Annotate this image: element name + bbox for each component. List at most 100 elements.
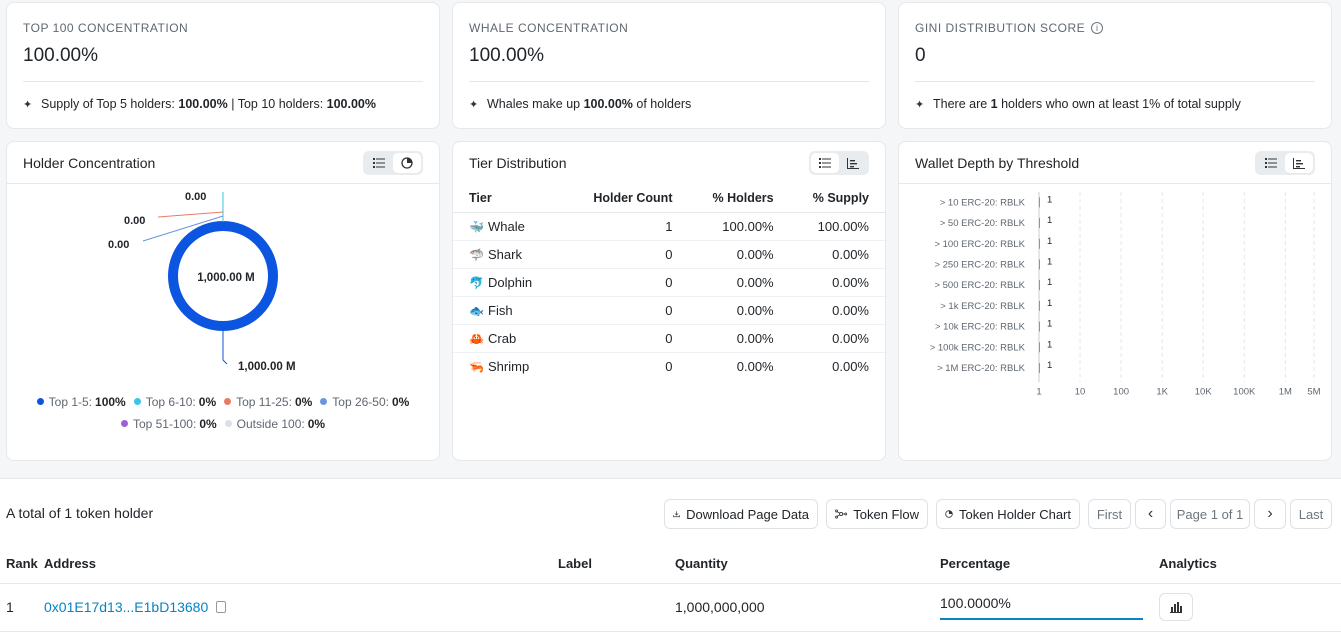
stat-label-text: GINI DISTRIBUTION SCORE xyxy=(915,21,1086,35)
info-icon[interactable]: i xyxy=(1091,22,1104,34)
depth-bar[interactable] xyxy=(1039,321,1040,332)
token-flow-button[interactable]: Token Flow xyxy=(826,499,928,529)
stat-note: ✦ Whales make up 100.00% of holders xyxy=(469,97,691,111)
depth-bar[interactable] xyxy=(1039,259,1040,270)
analytics-cell xyxy=(1159,583,1341,632)
depth-bar[interactable] xyxy=(1039,300,1040,311)
holder-concentration-card: Holder Concentration 0.00 0.00 0.00 1,00… xyxy=(6,141,440,461)
list-view-icon[interactable] xyxy=(1257,153,1285,173)
copy-icon[interactable] xyxy=(216,601,227,613)
bar-chart-icon[interactable] xyxy=(1285,153,1313,173)
tier-name: Whale xyxy=(488,218,525,234)
tier-cell: 🦀 Crab xyxy=(453,324,566,353)
depth-bar[interactable] xyxy=(1039,238,1040,249)
last-page-button[interactable]: Last xyxy=(1290,499,1332,529)
legend-item[interactable]: Outside 100: 0% xyxy=(224,417,325,431)
legend-value: 0% xyxy=(294,395,313,409)
x-tick-label: 100K xyxy=(1233,386,1256,397)
holders-percent-cell: 0.00% xyxy=(736,358,774,374)
first-page-button[interactable]: First xyxy=(1088,499,1131,529)
tier-table-body: 🐳 Whale 1 100.00% 100.00% 🦈 Shark 0 0.00% 0.00% 🐬 D… xyxy=(453,212,885,380)
holder-count-cell: 0 xyxy=(565,268,689,297)
depth-bar[interactable] xyxy=(1039,362,1040,373)
token-holder-chart-button[interactable]: Token Holder Chart xyxy=(936,499,1080,529)
table-row: 🐳 Whale 1 100.00% 100.00% xyxy=(453,212,885,241)
fish-icon: 🐟 xyxy=(469,303,484,318)
callout-label: 1,000.00 M xyxy=(238,361,296,373)
legend-label: Top 1-5: xyxy=(48,395,93,409)
tier-distribution-card: Tier Distribution Tier Holder Count % Ho… xyxy=(452,141,886,461)
x-tick-label: 10K xyxy=(1195,386,1213,397)
stat-value: 100.00% xyxy=(469,45,545,66)
token-flow-label: Token Flow xyxy=(853,506,919,522)
legend-value: 100% xyxy=(95,395,126,409)
view-toggle xyxy=(1255,151,1315,175)
tier-name: Shark xyxy=(488,246,522,262)
analytics-button[interactable] xyxy=(1159,593,1193,621)
y-category-label: > 50 ERC-20: RBLK xyxy=(940,218,1026,229)
download-icon xyxy=(673,511,680,518)
holder-donut-chart: 0.00 0.00 0.00 1,000.00 M 1,000.00 M xyxy=(108,191,296,373)
column-header: % Holders xyxy=(688,184,790,213)
card-title: Tier Distribution xyxy=(469,155,567,171)
holder-count-cell: 0 xyxy=(565,324,689,353)
supply-percent-cell: 0.00% xyxy=(789,240,885,269)
bar-value-label: 1 xyxy=(1047,339,1052,350)
bar-value-label: 1 xyxy=(1047,236,1052,247)
column-header-label: Label xyxy=(558,545,675,584)
stat-note-text: There are xyxy=(933,97,991,111)
next-page-button[interactable]: › xyxy=(1254,499,1286,529)
bar-value-label: 1 xyxy=(1047,215,1052,226)
table-row: 🐟 Fish 0 0.00% 0.00% xyxy=(453,296,885,325)
holder-count-cell: 1 xyxy=(565,212,689,241)
holder-address-link[interactable]: 0x01E17d13...E1bD13680 xyxy=(44,599,208,615)
column-header-rank: Rank xyxy=(0,545,44,584)
y-category-label: > 100k ERC-20: RBLK xyxy=(930,342,1026,353)
percentage-cell: 100.0000% xyxy=(940,583,1159,632)
pie-chart-icon[interactable] xyxy=(393,153,421,173)
bar-chart-icon[interactable] xyxy=(839,153,867,173)
dolphin-icon: 🐬 xyxy=(469,275,484,290)
legend-dot xyxy=(133,398,141,405)
shrimp-icon: 🦐 xyxy=(469,359,484,374)
y-category-label: > 1M ERC-20: RBLK xyxy=(937,363,1026,374)
legend-item[interactable]: Top 1-5: 100% xyxy=(36,395,126,409)
chart-legend: Top 51-100: 0% Outside 100: 0% xyxy=(7,417,439,431)
bar-value-label: 1 xyxy=(1047,194,1052,205)
depth-bar[interactable] xyxy=(1039,342,1040,353)
stat-card-gini: GINI DISTRIBUTION SCORE i 0 ✦ There are 1 … xyxy=(898,2,1332,129)
callout-label: 0.00 xyxy=(124,215,145,227)
legend-label: Top 26-50: xyxy=(332,395,389,409)
download-button[interactable]: Download Page Data xyxy=(664,499,818,529)
holders-percent-cell: 0.00% xyxy=(688,296,790,325)
chart-legend: Top 1-5: 100% Top 6-10: 0% Top 11-25: 0% Top 2… xyxy=(7,395,439,409)
stat-note: ✦ Supply of Top 5 holders: 100.00% | Top … xyxy=(23,97,376,111)
legend-item[interactable]: Top 51-100: 0% xyxy=(120,417,217,431)
stat-value: 100.00% xyxy=(23,45,99,66)
previous-page-button[interactable]: ‹ xyxy=(1135,499,1166,529)
legend-item[interactable]: Top 6-10: 0% xyxy=(133,395,216,409)
download-label: Download Page Data xyxy=(686,506,809,522)
depth-bar[interactable] xyxy=(1039,218,1040,229)
crab-icon: 🦀 xyxy=(469,331,484,346)
tier-name: Shrimp xyxy=(488,358,530,374)
depth-bar[interactable] xyxy=(1039,197,1040,208)
depth-bar[interactable] xyxy=(1039,280,1040,291)
legend-item[interactable]: Top 26-50: 0% xyxy=(320,395,409,409)
list-view-icon[interactable] xyxy=(365,153,393,173)
stat-note-text: of holders xyxy=(632,97,692,111)
supply-percent-cell: 0.00% xyxy=(832,358,869,374)
x-tick-label: 1M xyxy=(1279,386,1292,397)
legend-label: Top 6-10: xyxy=(145,395,196,409)
stat-note: ✦ There are 1 holders who own at least 1%… xyxy=(915,97,1241,111)
y-category-label: > 500 ERC-20: RBLK xyxy=(934,280,1025,291)
column-header-address: Address xyxy=(44,545,558,584)
chevron-right-icon: › xyxy=(1267,505,1273,522)
legend-item[interactable]: Top 11-25: 0% xyxy=(224,395,312,409)
tier-cell: 🦈 Shark xyxy=(453,240,566,269)
legend-label: Top 11-25: xyxy=(236,395,292,409)
card-title: Wallet Depth by Threshold xyxy=(915,155,1080,171)
list-view-icon[interactable] xyxy=(811,153,839,173)
stat-value: 0 xyxy=(915,45,926,66)
stat-note-text: Whales make up xyxy=(487,97,584,111)
